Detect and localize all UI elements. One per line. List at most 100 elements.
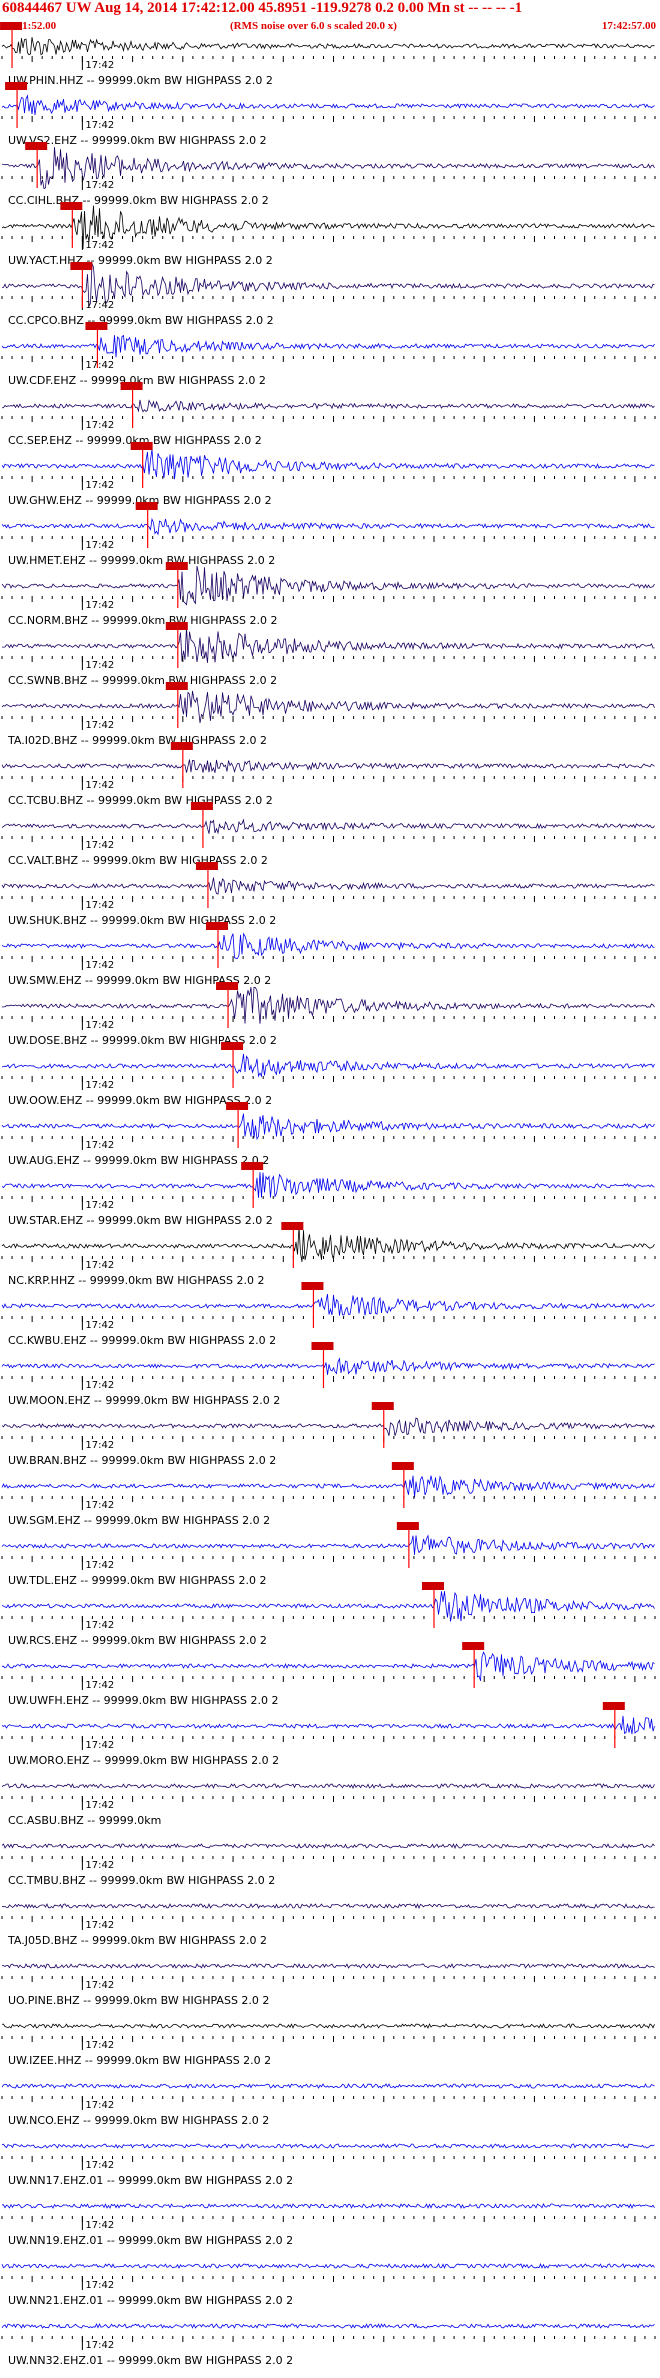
station-label: UW.TDL.EHZ -- 99999.0km BW HIGHPASS 2.0 … xyxy=(8,1574,266,1587)
waveform xyxy=(1,626,655,663)
minute-tick-label: 17:42 xyxy=(85,60,114,71)
station-label: CC.SWNB.BHZ -- 99999.0km BW HIGHPASS 2.0… xyxy=(8,674,277,687)
waveform xyxy=(1,932,655,959)
waveform xyxy=(1,1294,655,1316)
trace-row: 17:42 TA.I02D.BHZ -- 99999.0km BW HIGHPAS… xyxy=(1,682,656,747)
waveform xyxy=(1,1843,655,1850)
minute-tick-label: 17:42 xyxy=(85,1620,114,1631)
waveform xyxy=(1,1591,655,1622)
pick-marker xyxy=(195,862,218,870)
pick-marker xyxy=(120,382,143,390)
waveform xyxy=(1,690,655,723)
trace-row: 17:42UW.OOW.EHZ -- 99999.0km BW HIGHPASS… xyxy=(1,1042,656,1107)
minute-tick-label: 17:42 xyxy=(85,2220,114,2231)
pick-marker xyxy=(165,682,188,690)
minute-tick-label: 17:42 xyxy=(85,1980,114,1991)
minute-tick-label: 17:42 xyxy=(85,2100,114,2111)
minute-tick-label: 17:42 xyxy=(85,1020,114,1031)
station-label: UW.NN17.EHZ.01 -- 99999.0km BW HIGHPASS … xyxy=(8,2174,293,2187)
trace-row: 17:42UW.VS2.EHZ -- 99999.0km BW HIGHPASS… xyxy=(1,82,656,147)
station-label: UW.YACT.HHZ -- 99999.0km BW HIGHPASS 2.0… xyxy=(8,254,273,267)
station-label: CC.TMBU.BHZ -- 99999.0km BW HIGHPASS 2.0… xyxy=(8,1874,275,1887)
pick-marker xyxy=(301,1282,324,1290)
minute-tick-label: 17:42 xyxy=(85,960,114,971)
waveform xyxy=(1,1963,655,1969)
station-label: UW.UWFH.EHZ -- 99999.0km BW HIGHPASS 2.0… xyxy=(8,1694,279,1707)
waveform xyxy=(1,1053,655,1078)
pick-marker xyxy=(226,1102,249,1110)
waveform xyxy=(1,94,655,115)
trace-row: 17:42 UW.RCS.EHZ -- 99999.0km BW HIGHPASS… xyxy=(1,1582,656,1647)
waveform xyxy=(1,877,655,895)
minute-tick-label: 17:42 xyxy=(85,1740,114,1751)
pick-marker xyxy=(216,982,239,990)
trace-row: 17:42 CC.SWNB.BHZ -- 99999.0km BW HIGHPAS… xyxy=(1,622,656,687)
station-label: TA.J05D.BHZ -- 99999.0km BW HIGHPASS 2.0… xyxy=(7,1934,267,1947)
trace-row: 17:42 CC.CIHL.BHZ -- 99999.0km BW HIGHPAS… xyxy=(1,142,656,207)
minute-tick-label: 17:42 xyxy=(85,420,114,431)
minute-tick-label: 17:42 xyxy=(85,2280,114,2291)
pick-marker xyxy=(135,502,158,510)
waveform xyxy=(1,2143,655,2149)
pick-marker xyxy=(311,1342,334,1350)
station-label: UW.AUG.EHZ -- 99999.0km BW HIGHPASS 2.0 … xyxy=(8,1154,269,1167)
trace-row: 17:42 UW.NN32.EHZ.01 -- 99999.0km BW HIGH… xyxy=(1,2323,656,2367)
minute-tick-label: 17:42 xyxy=(85,1680,114,1691)
waveform xyxy=(1,1475,655,1498)
minute-tick-label: 17:42 xyxy=(85,240,114,251)
trace-row: 17:42 CC.KWBU.EHZ -- 99999.0km BW HIGHPAS… xyxy=(1,1282,656,1347)
station-label: NC.KRP.HHZ -- 99999.0km BW HIGHPASS 2.0 … xyxy=(8,1274,265,1287)
minute-tick-label: 17:42 xyxy=(85,840,114,851)
trace-row: 17:42 UW.HMET.EHZ -- 99999.0km BW HIGHPAS… xyxy=(1,502,656,567)
minute-tick-label: 17:42 xyxy=(85,1200,114,1211)
station-label: UW.HMET.EHZ -- 99999.0km BW HIGHPASS 2.0… xyxy=(8,554,275,567)
trace-row: 17:42 CC.VALT.BHZ -- 99999.0km BW HIGHPAS… xyxy=(1,802,656,867)
trace-row: 17:42UW.SMW.EHZ -- 99999.0km BW HIGHPASS… xyxy=(1,922,656,987)
minute-tick-label: 17:42 xyxy=(85,540,114,551)
minute-tick-label: 17:42 xyxy=(85,1440,114,1451)
waveform xyxy=(1,37,655,56)
waveform xyxy=(1,1172,655,1198)
minute-tick-label: 17:42 xyxy=(85,180,114,191)
waveform xyxy=(1,1783,655,1789)
trace-row: 17:42 UW.NCO.EHZ -- 99999.0km BW HIGHPASS… xyxy=(1,2083,656,2127)
station-label: UW.SGM.EHZ -- 99999.0km BW HIGHPASS 2.0 … xyxy=(8,1514,270,1527)
pick-marker xyxy=(221,1042,244,1050)
station-label: CC.TCBU.BHZ -- 99999.0km BW HIGHPASS 2.0… xyxy=(8,794,273,807)
trace-row: 17:42 UW.UWFH.EHZ -- 99999.0km BW HIGHPAS… xyxy=(1,1642,656,1707)
trace-row: 17:42 UW.SGM.EHZ -- 99999.0km BW HIGHPASS… xyxy=(1,1462,656,1527)
waveform xyxy=(2,2203,655,2210)
minute-tick-label: 17:42 xyxy=(85,900,114,911)
station-label: UW.STAR.EHZ -- 99999.0km BW HIGHPASS 2.0… xyxy=(8,1214,273,1227)
trace-row: 17:42 UW.MOON.EHZ -- 99999.0km BW HIGHPAS… xyxy=(1,1342,656,1407)
trace-row: 17:42 NC.KRP.HHZ -- 99999.0km BW HIGHPASS… xyxy=(1,1222,656,1287)
minute-tick-label: 17:42 xyxy=(85,600,114,611)
waveform xyxy=(1,2083,655,2089)
minute-tick-label: 17:42 xyxy=(85,1080,114,1091)
pick-marker xyxy=(70,262,93,270)
trace-row: 17:42 UW.YACT.HHZ -- 99999.0km BW HIGHPAS… xyxy=(1,202,656,267)
trace-row: 17:42 UW.MORO.EHZ -- 99999.0km BW HIGHPAS… xyxy=(1,1702,656,1767)
pick-marker xyxy=(190,802,213,810)
pick-marker xyxy=(0,22,23,30)
minute-tick-label: 17:42 xyxy=(85,1260,114,1271)
minute-tick-label: 17:42 xyxy=(85,1140,114,1151)
trace-row: 17:42CC.SEP.EHZ -- 99999.0km BW HIGHPASS… xyxy=(1,382,656,447)
station-label: UW.MOON.EHZ -- 99999.0km BW HIGHPASS 2.0… xyxy=(8,1394,280,1407)
minute-tick-label: 17:42 xyxy=(85,1860,114,1871)
station-label: TA.I02D.BHZ -- 99999.0km BW HIGHPASS 2.0… xyxy=(7,734,267,747)
trace-row: 17:42 CC.NORM.BHZ -- 99999.0km BW HIGHPAS… xyxy=(1,562,656,627)
trace-row: 17:42 UW.BRAN.BHZ -- 99999.0km BW HIGHPAS… xyxy=(1,1402,656,1467)
minute-tick-label: 17:42 xyxy=(85,1320,114,1331)
minute-tick-label: 17:42 xyxy=(85,1500,114,1511)
pick-marker xyxy=(5,82,28,90)
waveform xyxy=(1,334,655,358)
minute-tick-label: 17:42 xyxy=(85,480,114,491)
station-label: CC.CPCO.BHZ -- 99999.0km BW HIGHPASS 2.0… xyxy=(8,314,274,327)
pick-marker xyxy=(462,1642,485,1650)
pick-marker xyxy=(60,202,83,210)
pick-marker xyxy=(205,922,228,930)
trace-row: 17:42 UW.PHIN.HHZ -- 99999.0km BW HIGHPAS… xyxy=(0,22,656,87)
waveform xyxy=(1,517,655,536)
waveform xyxy=(1,1534,655,1555)
